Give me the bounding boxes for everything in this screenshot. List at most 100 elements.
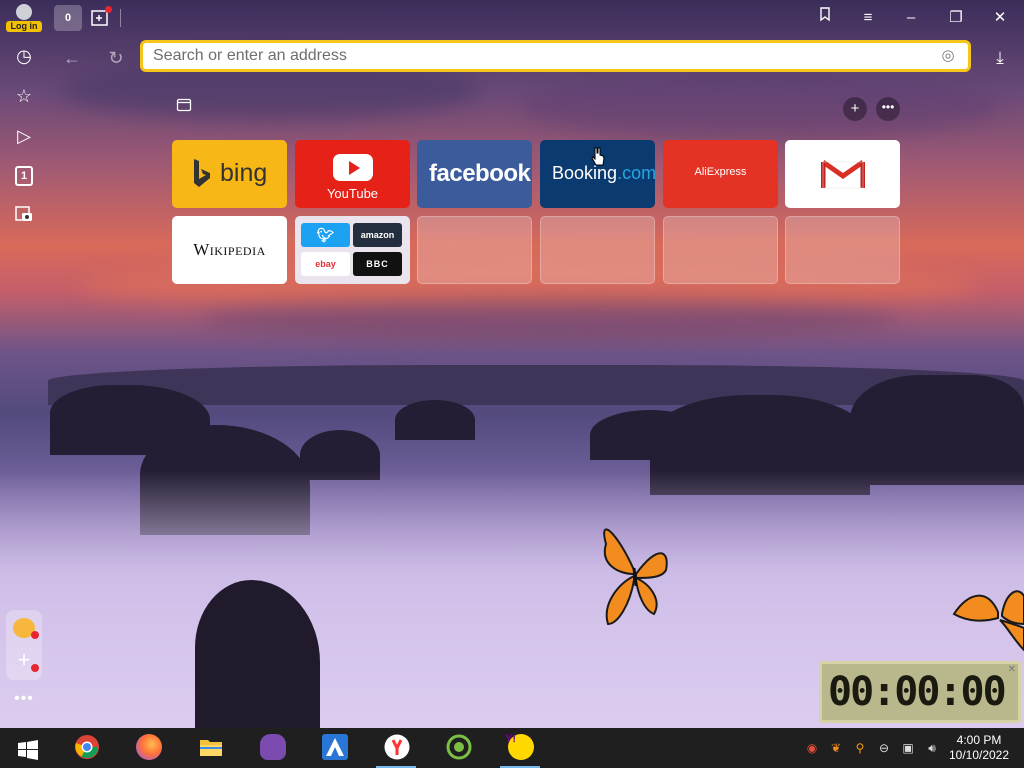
tab-count: 0 [64,12,72,24]
tile-aliexpress[interactable]: AliExpress [663,140,778,208]
address-input[interactable] [153,46,923,66]
restore-button[interactable]: ❐ [943,6,969,30]
play-icon: ▷ [17,126,31,146]
taskbar-bonzi[interactable] [250,728,294,768]
collections-button[interactable] [812,6,838,30]
tray-minus-icon[interactable]: ⊖ [876,740,892,756]
green-app-icon [446,734,472,760]
butterfly-icon [952,590,1024,652]
taskbar-firefox[interactable] [126,728,170,768]
more-horizontal-icon: ••• [881,100,895,114]
tile-label: bing [220,159,268,187]
taskbar-arrow-app[interactable] [312,728,356,768]
tile-folder[interactable]: 🐦︎ amazon ebay BBC [295,216,410,284]
chrome-icon [75,735,99,759]
reload-icon: ↻ [108,48,124,68]
taskbar-green-app[interactable] [436,728,480,768]
taskbar-yahoo-messenger[interactable]: Y! [498,728,542,768]
download-icon: ⤓ [996,48,1004,67]
tile-label: AliExpress [694,166,747,178]
screenshot-button[interactable] [12,204,36,228]
add-tile-button[interactable]: + [843,97,867,121]
close-button[interactable]: ✕ [987,6,1013,30]
taskbar-yandex-browser[interactable] [374,728,418,768]
screenshot-icon [15,206,32,221]
plus-icon: + [850,100,860,117]
back-button[interactable]: ← [60,46,84,70]
address-bar[interactable]: ◎ [140,40,971,72]
tab-home[interactable]: 0 [54,5,82,31]
tray-app-icon[interactable]: ◉ [804,740,820,756]
bbc-mini-tile: BBC [353,252,402,276]
taskbar-file-explorer[interactable] [188,728,232,768]
yandex-icon [384,734,410,760]
volume-icon[interactable]: 🔊︎ [924,740,940,756]
sidebar-panels: + [6,610,42,680]
hand-cursor-icon [591,147,605,166]
user-icon [16,4,32,20]
twitter-icon: 🐦︎ [301,223,350,247]
firefox-icon [136,734,162,760]
wallpaper [0,0,1024,768]
media-button[interactable]: ▷ [12,124,36,148]
arrow-app-icon [322,734,348,760]
network-icon[interactable]: ▣ [900,740,916,756]
clock-display: 00:00:00 [828,669,1007,715]
reload-button[interactable]: ↻ [104,46,128,70]
booking-domain: .com [617,163,655,183]
tabs-button[interactable]: 1 [15,166,33,186]
tray-search-icon[interactable]: ⚲ [852,740,868,756]
tile-empty[interactable] [663,216,778,284]
butterfly-icon [603,528,668,626]
tile-label: facebook [429,160,531,187]
amazon-mini-tile: amazon [353,223,402,247]
bookmarks-button[interactable]: ☆ [12,84,36,108]
restore-icon: ❐ [949,9,963,26]
separator [120,9,121,27]
title-bar: Log in 0 ≡ – ❐ ✕ [0,0,1024,36]
close-icon[interactable]: ✕ [1008,664,1016,675]
taskbar-chrome[interactable] [64,728,108,768]
add-notification-dot [31,664,39,672]
notification-dot [105,6,112,13]
tile-empty[interactable] [417,216,532,284]
more-icon[interactable]: ••• [12,690,36,710]
gmail-logo-icon [821,159,865,189]
close-icon: ✕ [993,9,1007,26]
tile-bing[interactable]: bing [172,140,287,208]
tableau-menu-button[interactable]: ••• [876,97,900,121]
history-icon: ◷ [16,46,32,66]
tile-label: YouTube [326,186,379,201]
tableau-settings-button[interactable] [173,97,195,119]
tray-clock[interactable]: 4:00 PM 10/10/2022 [944,733,1014,763]
collections-icon [820,7,830,22]
bonzi-icon [260,734,286,760]
ebay-mini-tile: ebay [301,252,350,276]
downloads-button[interactable]: ⤓ [988,46,1012,70]
hamburger-icon: ≡ [863,9,873,26]
tile-empty[interactable] [540,216,655,284]
menu-button[interactable]: ≡ [855,6,881,30]
history-button[interactable]: ◷ [12,44,36,68]
windows-logo-icon [18,740,38,760]
tile-youtube[interactable]: YouTube [295,140,410,208]
minimize-icon: – [906,9,916,26]
sidebar: ◷ ☆ ▷ 1 + ••• [0,36,48,728]
booking-name: Booking [552,163,618,183]
tile-facebook[interactable]: facebook [417,140,532,208]
image-search-button[interactable]: ◎ [938,46,958,66]
minimize-button[interactable]: – [898,6,924,30]
clock-widget: 00:00:00 ✕ [819,661,1021,723]
tile-wikipedia[interactable]: Wikipedia [172,216,287,284]
folder-icon [200,740,222,756]
new-tab-button[interactable] [88,6,114,30]
tray-time: 4:00 PM [956,733,1002,747]
tile-empty[interactable] [785,216,900,284]
start-button[interactable] [4,728,48,768]
login-button[interactable]: Log in [6,3,42,33]
tabs-count: 1 [20,170,28,182]
tray-butterfly-icon[interactable]: ❦ [828,740,844,756]
address-row: ← ↻ ◎ ⤓ [0,38,1024,78]
back-arrow-icon: ← [63,48,81,68]
tile-gmail[interactable] [785,140,900,208]
